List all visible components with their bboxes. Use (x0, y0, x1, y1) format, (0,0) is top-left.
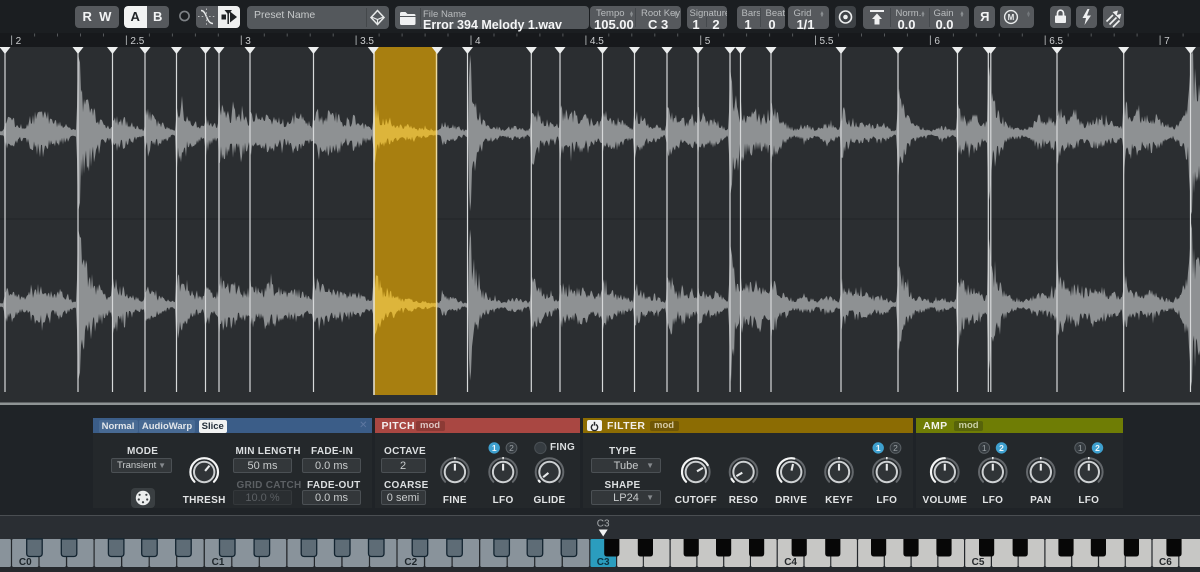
svg-text:1: 1 (982, 442, 987, 452)
svg-text:3.5: 3.5 (360, 36, 374, 47)
svg-text:4: 4 (475, 36, 481, 47)
svg-text:6: 6 (934, 36, 940, 47)
svg-text:C2: C2 (404, 557, 417, 568)
svg-text:2: 2 (1095, 442, 1100, 452)
svg-text:1: 1 (1078, 442, 1083, 452)
svg-text:6.5: 6.5 (1049, 36, 1063, 47)
svg-text:4.5: 4.5 (590, 36, 604, 47)
svg-text:2: 2 (16, 36, 22, 47)
svg-text:C0: C0 (19, 557, 32, 568)
svg-text:2: 2 (893, 442, 898, 452)
svg-text:1: 1 (492, 442, 497, 452)
svg-text:2: 2 (999, 442, 1004, 452)
svg-text:C3: C3 (597, 519, 610, 530)
svg-text:C5: C5 (972, 557, 985, 568)
svg-text:5: 5 (705, 36, 711, 47)
svg-text:1: 1 (876, 442, 881, 452)
svg-text:5.5: 5.5 (820, 36, 834, 47)
svg-text:7: 7 (1164, 36, 1170, 47)
svg-text:2: 2 (509, 442, 514, 452)
svg-text:2.5: 2.5 (130, 36, 144, 47)
svg-text:C1: C1 (212, 557, 225, 568)
svg-text:3: 3 (245, 36, 251, 47)
svg-text:M: M (1008, 13, 1015, 22)
svg-text:C3: C3 (597, 557, 610, 568)
svg-text:C6: C6 (1159, 557, 1172, 568)
svg-text:C4: C4 (784, 557, 797, 568)
